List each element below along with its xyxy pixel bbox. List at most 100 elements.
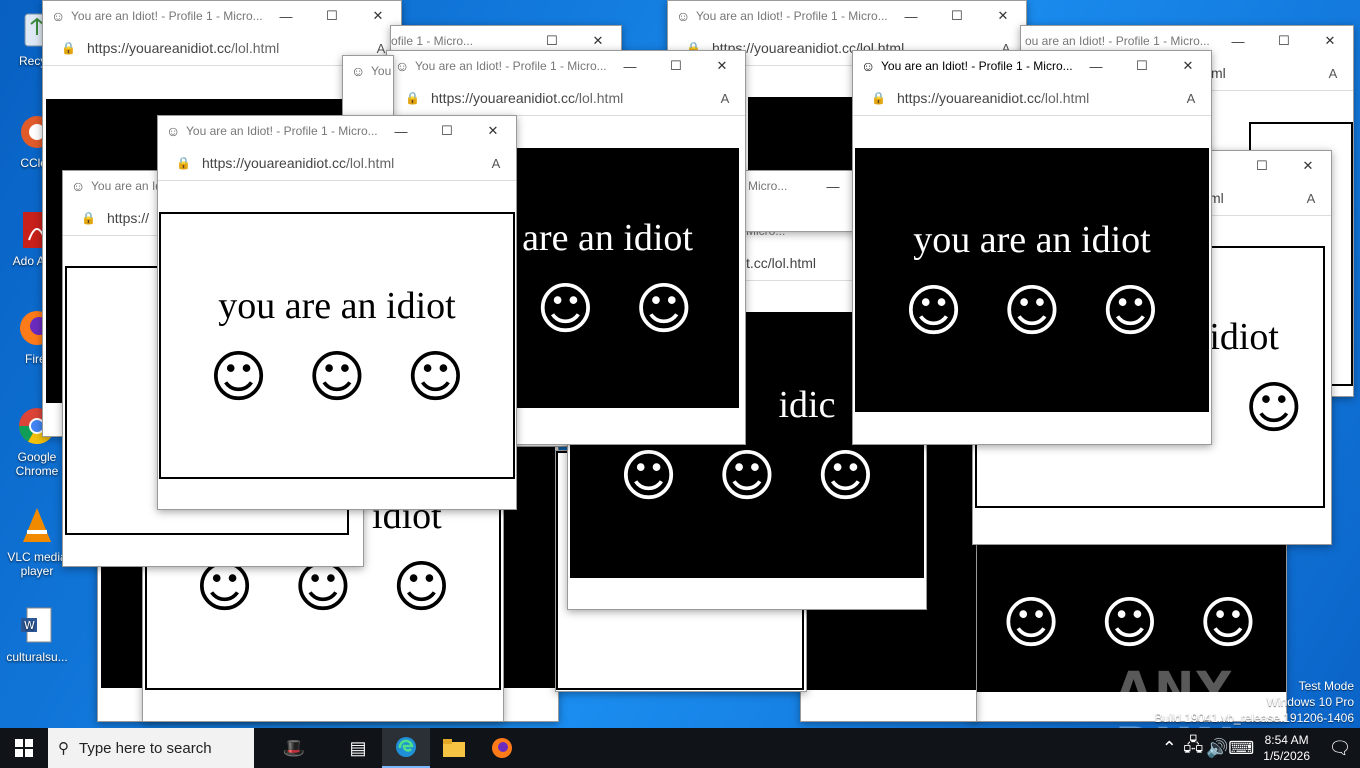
title-bar[interactable]: ☺ You are an Idiot! - Profile 1 - Micro.… [158, 116, 516, 146]
window-title: Micro... [748, 179, 788, 193]
close-button[interactable]: ✕ [1285, 158, 1331, 174]
volume-icon[interactable]: 🔊 [1205, 728, 1229, 768]
idiot-message: idiot [1209, 316, 1279, 358]
minimize-button[interactable]: — [888, 9, 934, 24]
edge-taskbar-icon[interactable] [382, 728, 430, 768]
desktop-icon-word-doc[interactable]: W culturalsu... [2, 604, 72, 664]
window-title: You are an Idiot! - Profile 1 - Micro... [186, 124, 378, 138]
popup-window[interactable]: ☺ You are an Idiot! - Profile 1 - Micro.… [157, 115, 517, 510]
title-bar[interactable]: ☺ You are an Idiot! - Profile 1 - Micro.… [387, 51, 745, 81]
address-bar[interactable]: 🔒 https://youareanidiot.cc/lol.html A [387, 81, 745, 116]
smiley-favicon-icon: ☺ [395, 58, 410, 74]
title-bar[interactable]: ☺ You are an Idiot! - Profile 1 - Micro.… [853, 51, 1211, 81]
title-bar[interactable]: ☺ You are an Idiot! - Profile 1 - Micro.… [668, 1, 1026, 31]
window-title: You are an Idiot! - Profile 1 - Micro... [415, 59, 607, 73]
maximize-button[interactable]: ☐ [309, 8, 355, 24]
smiley-icon: ☺ [904, 279, 963, 344]
windows-logo-icon [15, 739, 33, 757]
smiley-icon: ☺ [307, 344, 367, 410]
close-button[interactable]: ✕ [699, 58, 745, 74]
clock[interactable]: 8:54 AM 1/5/2026 [1253, 732, 1320, 764]
smiley-favicon-icon: ☺ [71, 178, 86, 194]
window-title: You are an Idiot! - Profile 1 - Micro... [881, 59, 1073, 73]
window-title: You are an Idiot! - Profile 1 - Micro... [71, 9, 263, 23]
smiley-icon: ☺ [717, 444, 777, 509]
url-text: https://youareanidiot.cc/lol.html [897, 90, 1090, 106]
address-bar[interactable]: 🔒 https://youareanidiot.cc/lol.html A [158, 146, 516, 181]
close-button[interactable]: ✕ [470, 123, 516, 139]
title-bar[interactable]: ☺ You [343, 56, 393, 86]
search-icon: ⚲ [58, 740, 69, 757]
search-placeholder: Type here to search [79, 739, 212, 757]
minimize-button[interactable]: — [263, 9, 309, 24]
minimize-button[interactable]: — [1215, 34, 1261, 49]
popup-window-active[interactable]: ☺ You are an Idiot! - Profile 1 - Micro.… [852, 50, 1212, 445]
close-button[interactable]: ✕ [980, 8, 1026, 24]
idiot-message: are an idiot [522, 217, 693, 259]
read-aloud-icon[interactable]: A [476, 156, 516, 171]
smiley-icon: ☺ [1001, 591, 1061, 656]
minimize-button[interactable]: — [378, 124, 424, 139]
close-button[interactable]: ✕ [1165, 58, 1211, 74]
smiley-row: ☺ ☺ ☺ [904, 284, 1159, 340]
maximize-button[interactable]: ☐ [1239, 158, 1285, 174]
maximize-button[interactable]: ☐ [529, 33, 575, 49]
lock-icon: 🔒 [871, 91, 886, 105]
url-text: https://youareanidiot.cc/lol.html [431, 90, 624, 106]
close-button[interactable]: ✕ [355, 8, 401, 24]
close-button[interactable]: ✕ [575, 33, 621, 49]
maximize-button[interactable]: ☐ [934, 8, 980, 24]
smiley-row: ☺ [1245, 381, 1303, 437]
address-bar[interactable]: 🔒 https://youareanidiot.cc/lol.html A [853, 81, 1211, 116]
minimize-button[interactable]: — [1073, 59, 1119, 74]
smiley-favicon-icon: ☺ [351, 63, 366, 79]
firefox-taskbar-icon[interactable] [478, 728, 526, 768]
url-text: https://youareanidiot.cc/lol.html [202, 155, 395, 171]
svg-text:W: W [24, 619, 35, 632]
smiley-favicon-icon: ☺ [861, 58, 876, 74]
word-document-icon: W [15, 604, 59, 648]
lock-icon: 🔒 [61, 41, 76, 55]
search-highlight-icon[interactable]: 🎩 [254, 728, 334, 768]
read-aloud-icon[interactable]: A [1171, 91, 1211, 106]
desktop: Recycl CClea Ado Acro Firef Google Chrom… [0, 0, 1360, 728]
minimize-button[interactable]: — [810, 179, 856, 194]
title-bar[interactable]: Micro... — [746, 171, 856, 201]
clock-time: 8:54 AM [1264, 733, 1309, 747]
read-aloud-icon[interactable]: A [1313, 66, 1353, 81]
file-explorer-icon[interactable] [430, 728, 478, 768]
clock-date: 1/5/2026 [1263, 749, 1310, 763]
smiley-icon: ☺ [392, 555, 451, 620]
idiot-message: you are an idiot [913, 219, 1151, 261]
url-text: https://youareanidiot.cc/lol.html [87, 40, 280, 56]
popup-window[interactable]: Micro... — [745, 170, 857, 232]
popup-window[interactable]: ☺ You [342, 55, 394, 117]
notifications-icon[interactable]: 🗨 [1320, 728, 1360, 768]
start-button[interactable] [0, 728, 48, 768]
minimize-button[interactable]: — [607, 59, 653, 74]
chevron-up-icon[interactable]: ⌃ [1157, 728, 1181, 768]
read-aloud-icon[interactable]: A [1291, 191, 1331, 206]
maximize-button[interactable]: ☐ [1119, 58, 1165, 74]
search-box[interactable]: ⚲ Type here to search [48, 728, 254, 768]
read-aloud-icon[interactable]: A [705, 91, 745, 106]
smiley-icon: ☺ [634, 277, 693, 342]
network-icon[interactable]: 🖧 [1181, 728, 1205, 768]
smiley-icon: ☺ [1100, 591, 1159, 656]
maximize-button[interactable]: ☐ [424, 123, 470, 139]
maximize-button[interactable]: ☐ [1261, 33, 1307, 49]
maximize-button[interactable]: ☐ [653, 58, 699, 74]
lock-icon: 🔒 [81, 211, 96, 225]
task-view-icon[interactable]: ▤ [334, 728, 382, 768]
taskbar: ⚲ Type here to search 🎩 ▤ ⌃ 🖧 🔊 ⌨ 8:54 A… [0, 728, 1360, 768]
close-button[interactable]: ✕ [1307, 33, 1353, 49]
smiley-icon: ☺ [536, 277, 595, 342]
smiley-row: ☺ ☺ [536, 282, 693, 338]
smiley-row: ☺ ☺ ☺ [619, 449, 874, 505]
ime-icon[interactable]: ⌨ [1228, 728, 1254, 768]
idiot-panel: you are an idiot ☺ ☺ ☺ [159, 212, 515, 479]
smiley-icon: ☺ [1002, 279, 1062, 344]
smiley-favicon-icon: ☺ [676, 8, 691, 24]
title-bar[interactable]: ☺ You are an Idiot! - Profile 1 - Micro.… [43, 1, 401, 31]
lock-icon: 🔒 [176, 156, 191, 170]
